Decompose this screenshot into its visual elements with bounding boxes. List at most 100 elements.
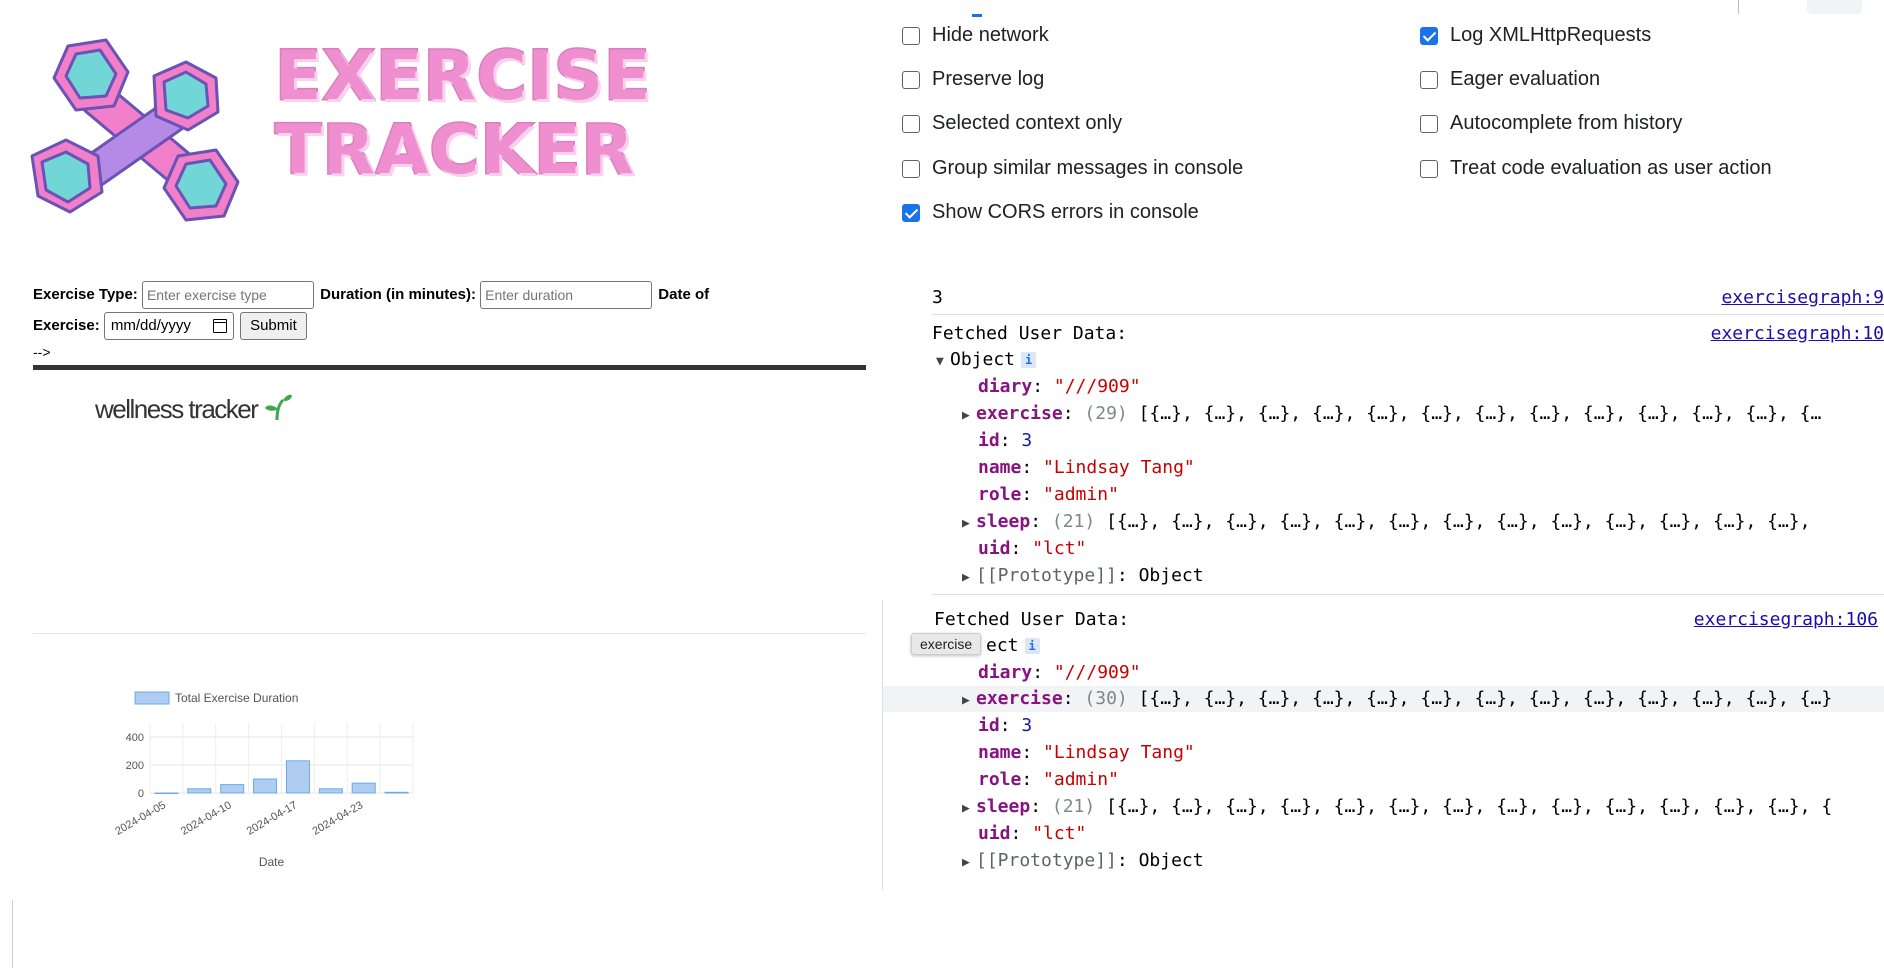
collapse-triangle-icon[interactable]: ▶: [962, 512, 976, 536]
toolbar-separator: [1738, 0, 1739, 14]
prop-value: Object: [1138, 850, 1204, 871]
checkbox-log-xhr[interactable]: [1420, 26, 1438, 45]
prop-uid: uid: "lct": [978, 538, 1087, 559]
checkbox-treat-code-eval[interactable]: [1420, 159, 1438, 178]
checkbox-show-cors[interactable]: [902, 203, 920, 222]
setting-log-xhr[interactable]: Log XMLHttpRequests: [1420, 24, 1651, 47]
prop-key: name: [978, 742, 1022, 763]
date-input-value: mm/dd/yyyy: [110, 317, 191, 334]
console-message: Fetched User Data:: [932, 323, 1128, 344]
checkbox-hide-network[interactable]: [902, 26, 920, 45]
prop-key: id: [978, 430, 1000, 451]
prop-id: id: 3: [978, 430, 1033, 451]
setting-label: Show CORS errors in console: [932, 201, 1199, 223]
chart-bar: [351, 782, 376, 794]
prop-prototype[interactable]: ▶ [[Prototype]]: Object: [962, 564, 1204, 590]
prop-key: diary: [978, 662, 1033, 683]
prop-exercise[interactable]: ▶ exercise: (30) [{…}, {…}, {…}, {…}, {…}…: [962, 687, 1832, 713]
prop-role: role: "admin": [978, 484, 1119, 505]
setting-label: Treat code evaluation as user action: [1450, 157, 1772, 179]
exercise-type-label: Exercise Type:: [33, 285, 138, 303]
setting-autocomplete[interactable]: Autocomplete from history: [1420, 112, 1682, 135]
devtools-console-panel: Hide network Preserve log Selected conte…: [882, 0, 1884, 900]
array-preview: [{…}, {…}, {…}, {…}, {…}, {…}, {…}, {…},…: [1138, 688, 1833, 709]
collapse-triangle-icon[interactable]: ▶: [962, 851, 976, 875]
y-tick-label: 0: [138, 788, 144, 800]
setting-label: Preserve log: [932, 68, 1045, 90]
prop-sleep[interactable]: ▶ sleep: (21) [{…}, {…}, {…}, {…}, {…}, {…: [962, 795, 1832, 821]
array-count: (29): [1084, 403, 1128, 424]
console-separator: [932, 594, 1884, 595]
prop-key: sleep: [976, 511, 1031, 532]
checkbox-autocomplete[interactable]: [1420, 114, 1438, 133]
setting-treat-code-eval[interactable]: Treat code evaluation as user action: [1420, 157, 1772, 180]
chart-bar: [154, 792, 179, 794]
setting-show-cors[interactable]: Show CORS errors in console: [902, 201, 1199, 224]
source-link[interactable]: exercisegraph:9: [1721, 286, 1884, 310]
expand-triangle-icon[interactable]: ▼: [936, 350, 950, 374]
date-label-continued: Exercise:: [33, 316, 100, 334]
chart-bar: [220, 784, 245, 794]
chart-bar: [187, 788, 212, 794]
info-icon[interactable]: i: [1021, 352, 1037, 368]
x-axis-title: Date: [259, 855, 285, 869]
legend-label: Total Exercise Duration: [175, 691, 298, 705]
console-message: Fetched User Data:: [934, 609, 1130, 630]
collapse-triangle-icon[interactable]: ▶: [962, 404, 976, 428]
setting-label: Log XMLHttpRequests: [1450, 24, 1652, 46]
setting-group-similar[interactable]: Group similar messages in console: [902, 157, 1243, 180]
checkbox-eager-evaluation[interactable]: [1420, 70, 1438, 89]
checkbox-selected-context[interactable]: [902, 114, 920, 133]
prop-key: name: [978, 457, 1022, 478]
collapse-triangle-icon[interactable]: ▶: [962, 689, 976, 713]
object-tree-root[interactable]: ect i: [986, 634, 1040, 658]
array-count: (21): [1051, 511, 1096, 532]
setting-hide-network[interactable]: Hide network: [902, 24, 1049, 47]
setting-eager-evaluation[interactable]: Eager evaluation: [1420, 68, 1600, 91]
logo-line-1: EXERCISE: [274, 37, 652, 116]
setting-preserve-log[interactable]: Preserve log: [902, 68, 1044, 91]
prop-value: "Lindsay Tang": [1043, 742, 1195, 763]
prop-key: [[Prototype]]: [976, 565, 1117, 586]
prop-key: uid: [978, 538, 1011, 559]
submit-button[interactable]: Submit: [240, 312, 307, 340]
exercise-form-row-1: Exercise Type: Duration (in minutes): Da…: [33, 281, 709, 309]
tab-indicator: [972, 14, 982, 17]
date-input[interactable]: mm/dd/yyyy: [103, 312, 234, 340]
prop-name: name: "Lindsay Tang": [978, 457, 1195, 478]
prop-value: "///909": [1053, 376, 1141, 397]
setting-label: Autocomplete from history: [1450, 112, 1683, 134]
duration-label: Duration (in minutes):: [320, 285, 476, 303]
prop-key: id: [978, 715, 1000, 736]
prop-key: role: [978, 484, 1022, 505]
prop-exercise[interactable]: ▶ exercise: (29) [{…}, {…}, {…}, {…}, {…}…: [962, 402, 1821, 428]
object-label: Object: [950, 349, 1016, 370]
prop-sleep[interactable]: ▶ sleep: (21) [{…}, {…}, {…}, {…}, {…}, {…: [962, 510, 1810, 536]
setting-selected-context[interactable]: Selected context only: [902, 112, 1122, 135]
duration-input[interactable]: [480, 281, 653, 309]
array-preview: [{…}, {…}, {…}, {…}, {…}, {…}, {…}, {…},…: [1106, 796, 1833, 817]
prop-key: sleep: [976, 796, 1031, 817]
divider-thick: [33, 365, 866, 370]
setting-label: Hide network: [932, 24, 1049, 46]
collapse-triangle-icon[interactable]: ▶: [962, 566, 976, 590]
collapse-triangle-icon[interactable]: ▶: [962, 797, 976, 821]
wellness-brand-text: wellness tracker: [95, 394, 259, 424]
source-link[interactable]: exercisegraph:106: [1694, 608, 1878, 632]
exercise-type-input[interactable]: [141, 281, 314, 309]
y-tick-label: 400: [126, 732, 144, 744]
object-tree-root[interactable]: ▼ Object i: [936, 348, 1037, 374]
sprout-icon: [265, 394, 293, 421]
toolbar-button[interactable]: [1807, 0, 1862, 14]
prop-id: id: 3: [978, 715, 1033, 736]
checkbox-group-similar[interactable]: [902, 159, 920, 178]
prop-prototype[interactable]: ▶ [[Prototype]]: Object: [962, 849, 1204, 875]
prop-name: name: "Lindsay Tang": [978, 742, 1195, 763]
prop-value: 3: [1021, 430, 1033, 451]
calendar-icon[interactable]: [212, 319, 227, 333]
y-tick-label: 200: [126, 760, 144, 772]
info-icon[interactable]: i: [1024, 638, 1040, 654]
checkbox-preserve-log[interactable]: [902, 70, 920, 89]
source-link[interactable]: exercisegraph:10: [1711, 322, 1884, 346]
prop-key: uid: [978, 823, 1011, 844]
